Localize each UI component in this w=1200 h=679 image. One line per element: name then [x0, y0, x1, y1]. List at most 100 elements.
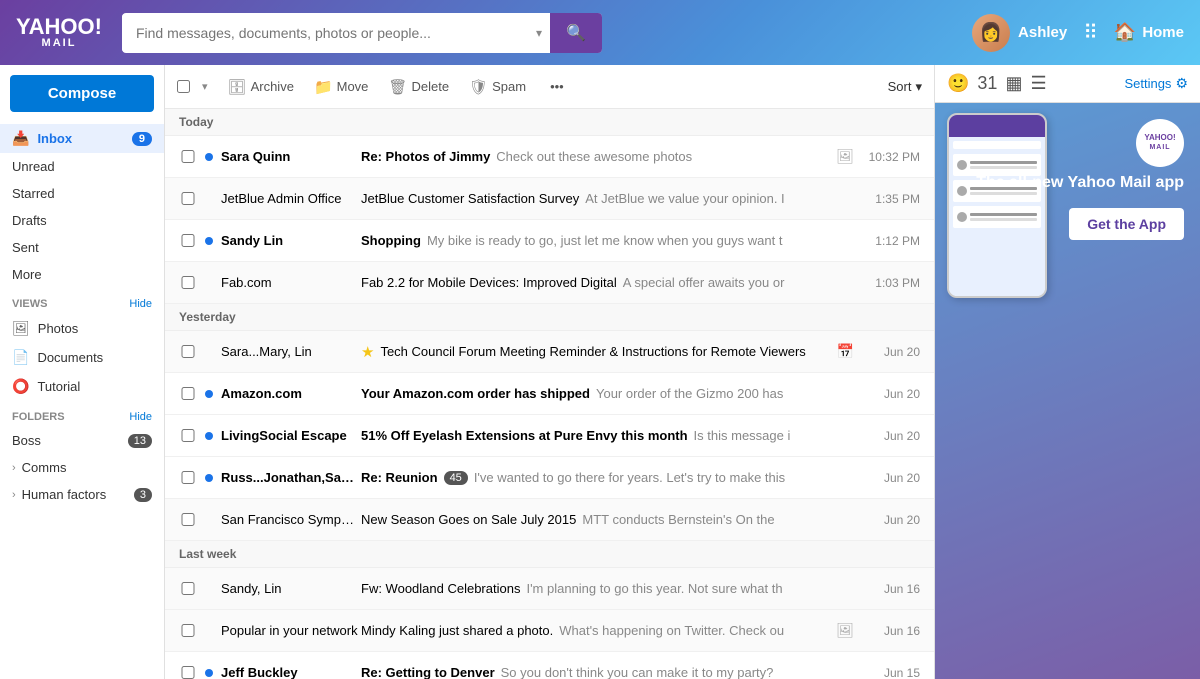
email-meta: Jun 16	[862, 582, 920, 596]
email-checkbox[interactable]	[179, 234, 197, 247]
email-checkbox[interactable]	[179, 345, 197, 358]
table-row[interactable]: Sara Quinn Re: Photos of Jimmy Check out…	[165, 136, 934, 178]
move-button[interactable]: 📁 Move	[306, 74, 376, 100]
email-meta: Jun 20	[862, 429, 920, 443]
email-checkbox[interactable]	[179, 582, 197, 595]
email-meta: 1:35 PM	[862, 192, 920, 206]
email-subject: Your Amazon.com order has shipped	[361, 386, 590, 401]
unread-dot	[205, 474, 213, 482]
select-all-checkbox[interactable]	[177, 80, 190, 93]
email-time: Jun 20	[862, 387, 920, 401]
email-time: Jun 20	[862, 513, 920, 527]
email-subject: Re: Getting to Denver	[361, 665, 495, 679]
emoji-icon[interactable]: 🙂	[947, 73, 969, 94]
email-checkbox[interactable]	[179, 150, 197, 163]
get-app-button[interactable]: Get the App	[1069, 208, 1184, 240]
search-bar[interactable]: ▾ 🔍	[122, 13, 602, 53]
human-factors-chevron-icon: ›	[12, 489, 16, 501]
archive-icon: 🗄	[228, 78, 247, 96]
folders-section: Folders Hide	[0, 401, 164, 427]
email-checkbox[interactable]	[179, 471, 197, 484]
table-row[interactable]: Sandy Lin Shopping My bike is ready to g…	[165, 220, 934, 262]
main-layout: Compose 📥 Inbox 9 Unread Starred Drafts …	[0, 65, 1200, 679]
email-content: Shopping My bike is ready to go, just le…	[361, 233, 854, 248]
email-checkbox[interactable]	[179, 429, 197, 442]
more-actions-button[interactable]: •••	[542, 75, 572, 98]
table-row[interactable]: Sandy, Lin Fw: Woodland Celebrations I'm…	[165, 568, 934, 610]
email-checkbox[interactable]	[179, 624, 197, 637]
table-row[interactable]: JetBlue Admin Office JetBlue Customer Sa…	[165, 178, 934, 220]
sidebar-item-tutorial[interactable]: ⭕ Tutorial	[0, 372, 164, 401]
email-time: Jun 16	[862, 582, 920, 596]
sidebar-item-more[interactable]: More	[0, 261, 164, 288]
phone-avatar	[957, 212, 967, 222]
table-row[interactable]: Amazon.com Your Amazon.com order has shi…	[165, 373, 934, 415]
email-time: Jun 20	[862, 429, 920, 443]
sidebar-item-photos[interactable]: 🖼 Photos	[0, 314, 164, 343]
email-checkbox[interactable]	[179, 276, 197, 289]
home-button[interactable]: 🏠 Home	[1114, 22, 1184, 43]
sidebar-item-inbox[interactable]: 📥 Inbox 9	[0, 124, 164, 153]
email-time: Jun 16	[862, 624, 920, 638]
sidebar: Compose 📥 Inbox 9 Unread Starred Drafts …	[0, 65, 165, 679]
calendar-toolbar-icon[interactable]: 31	[977, 73, 997, 94]
table-row[interactable]: Jeff Buckley Re: Getting to Denver So yo…	[165, 652, 934, 679]
sidebar-item-drafts-label: Drafts	[12, 213, 47, 228]
sidebar-item-human-factors[interactable]: › Human factors 3	[0, 481, 164, 508]
sidebar-item-starred[interactable]: Starred	[0, 180, 164, 207]
folders-hide-link[interactable]: Hide	[129, 411, 152, 423]
views-section: Views Hide	[0, 288, 164, 314]
header: YAHOO! MAIL ▾ 🔍 👩 Ashley ⠿ 🏠 Home	[0, 0, 1200, 65]
sidebar-item-tutorial-label: Tutorial	[37, 379, 80, 394]
email-content: JetBlue Customer Satisfaction Survey At …	[361, 191, 854, 206]
search-input[interactable]	[122, 15, 528, 51]
email-checkbox[interactable]	[179, 666, 197, 679]
email-meta: 1:12 PM	[862, 234, 920, 248]
table-row[interactable]: Fab.com Fab 2.2 for Mobile Devices: Impr…	[165, 262, 934, 304]
archive-button[interactable]: 🗄 Archive	[220, 74, 302, 100]
email-checkbox[interactable]	[179, 513, 197, 526]
settings-link[interactable]: Settings ⚙	[1124, 75, 1188, 92]
star-icon[interactable]: ★	[361, 343, 374, 361]
delete-button[interactable]: 🗑 Delete	[380, 74, 457, 100]
grid-view-icon[interactable]: ▦	[1005, 73, 1022, 94]
sidebar-item-sent[interactable]: Sent	[0, 234, 164, 261]
email-checkbox[interactable]	[179, 192, 197, 205]
table-row[interactable]: San Francisco Symphony New Season Goes o…	[165, 499, 934, 541]
email-sender: Popular in your network	[221, 623, 361, 638]
sidebar-item-inbox-label: Inbox	[37, 131, 72, 146]
views-hide-link[interactable]: Hide	[129, 298, 152, 310]
sidebar-item-starred-label: Starred	[12, 186, 55, 201]
email-subject: Fab 2.2 for Mobile Devices: Improved Dig…	[361, 275, 617, 290]
more-dots-icon: •••	[550, 79, 564, 94]
sidebar-item-documents[interactable]: 📄 Documents	[0, 343, 164, 372]
sidebar-item-drafts[interactable]: Drafts	[0, 207, 164, 234]
email-content: Fw: Woodland Celebrations I'm planning t…	[361, 581, 854, 596]
email-content: 51% Off Eyelash Extensions at Pure Envy …	[361, 428, 854, 443]
comms-chevron-icon: ›	[12, 462, 16, 474]
apps-grid-icon[interactable]: ⠿	[1083, 20, 1098, 45]
sidebar-item-comms-label: Comms	[22, 460, 67, 475]
email-checkbox[interactable]	[179, 387, 197, 400]
table-row[interactable]: Popular in your network Mindy Kaling jus…	[165, 610, 934, 652]
sidebar-item-unread[interactable]: Unread	[0, 153, 164, 180]
yahoo-mail-app-logo: YAHOO!MAIL	[1136, 119, 1184, 167]
email-time: 10:32 PM	[862, 150, 920, 164]
search-dropdown-button[interactable]: ▾	[528, 26, 550, 40]
sort-button[interactable]: Sort ▾	[888, 79, 922, 95]
email-meta: Jun 15	[862, 666, 920, 679]
user-profile[interactable]: 👩 Ashley	[972, 14, 1067, 52]
search-button[interactable]: 🔍	[550, 13, 602, 53]
sidebar-item-comms[interactable]: › Comms	[0, 454, 164, 481]
table-row[interactable]: Sara...Mary, Lin ★ Tech Council Forum Me…	[165, 331, 934, 373]
yahoo-mail-logo: YAHOO! MAIL	[16, 16, 102, 49]
table-row[interactable]: LivingSocial Escape 51% Off Eyelash Exte…	[165, 415, 934, 457]
list-view-icon[interactable]: ☰	[1030, 73, 1046, 94]
email-subject: Fw: Woodland Celebrations	[361, 581, 520, 596]
spam-button[interactable]: 🛡 Spam	[461, 74, 534, 100]
user-name: Ashley	[1018, 24, 1067, 41]
sidebar-item-boss[interactable]: Boss 13	[0, 427, 164, 454]
select-dropdown-icon[interactable]: ▾	[202, 80, 208, 93]
table-row[interactable]: Russ...Jonathan,Sabrina Re: Reunion 45 I…	[165, 457, 934, 499]
compose-button[interactable]: Compose	[10, 75, 154, 112]
